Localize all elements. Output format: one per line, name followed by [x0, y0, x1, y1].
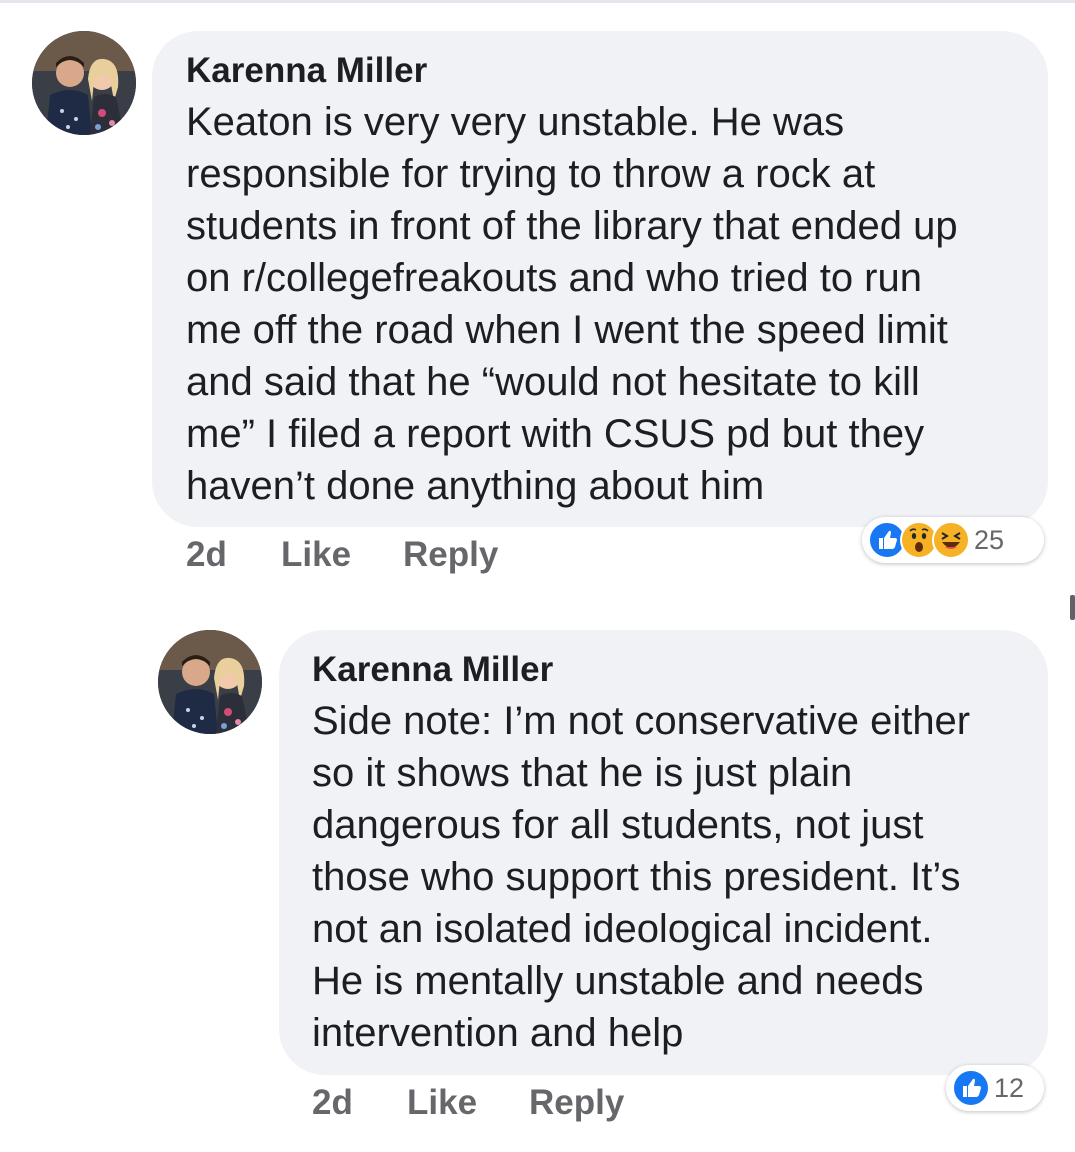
avatar[interactable]	[158, 630, 262, 734]
comment-text-line: intervention and help	[312, 1011, 684, 1055]
comment-timestamp[interactable]: 2d	[186, 535, 227, 575]
comment-author[interactable]: Karenna Miller	[312, 650, 553, 690]
comment-text-line: Keaton is very very unstable. He was	[186, 100, 845, 144]
avatar[interactable]	[32, 31, 136, 135]
comment-text-line: me” I filed a report with CSUS pd but th…	[186, 412, 925, 456]
like-button[interactable]: Like	[281, 535, 351, 575]
comment-text-line: students in front of the library that en…	[186, 204, 958, 248]
comment-text: Side note: I’m not conservative either s…	[312, 695, 970, 1059]
top-divider	[0, 0, 1075, 3]
comment-text-line: dangerous for all students, not just	[312, 803, 924, 847]
like-icon	[952, 1069, 990, 1107]
comment-timestamp[interactable]: 2d	[312, 1083, 353, 1123]
reactions-summary[interactable]: 12	[946, 1065, 1044, 1111]
comment-text-line: me off the road when I went the speed li…	[186, 308, 948, 352]
comment-text-line: on r/collegefreakouts and who tried to r…	[186, 256, 922, 300]
reply-button[interactable]: Reply	[529, 1083, 624, 1123]
comment-author[interactable]: Karenna Miller	[186, 51, 427, 91]
comment-text-line: Side note: I’m not conservative either	[312, 699, 971, 743]
comment-text: Keaton is very very unstable. He was res…	[186, 96, 958, 512]
scrollbar[interactable]	[1070, 595, 1075, 620]
comment-text-line: responsible for trying to throw a rock a…	[186, 152, 876, 196]
reaction-count: 25	[974, 524, 1005, 555]
reply-button[interactable]: Reply	[403, 535, 498, 575]
haha-icon	[932, 521, 970, 559]
reactions-summary[interactable]: 25	[862, 517, 1044, 563]
comment-text-line: haven’t done anything about him	[186, 464, 765, 508]
comment-text-line: and said that he “would not hesitate to …	[186, 360, 920, 404]
like-button[interactable]: Like	[407, 1083, 477, 1123]
comment-text-line: He is mentally unstable and needs	[312, 959, 924, 1003]
reaction-count: 12	[994, 1072, 1025, 1103]
comment-text-line: not an isolated ideological incident.	[312, 907, 933, 951]
comment-text-line: so it shows that he is just plain	[312, 751, 853, 795]
comment-text-line: those who support this president. It’s	[312, 855, 961, 899]
